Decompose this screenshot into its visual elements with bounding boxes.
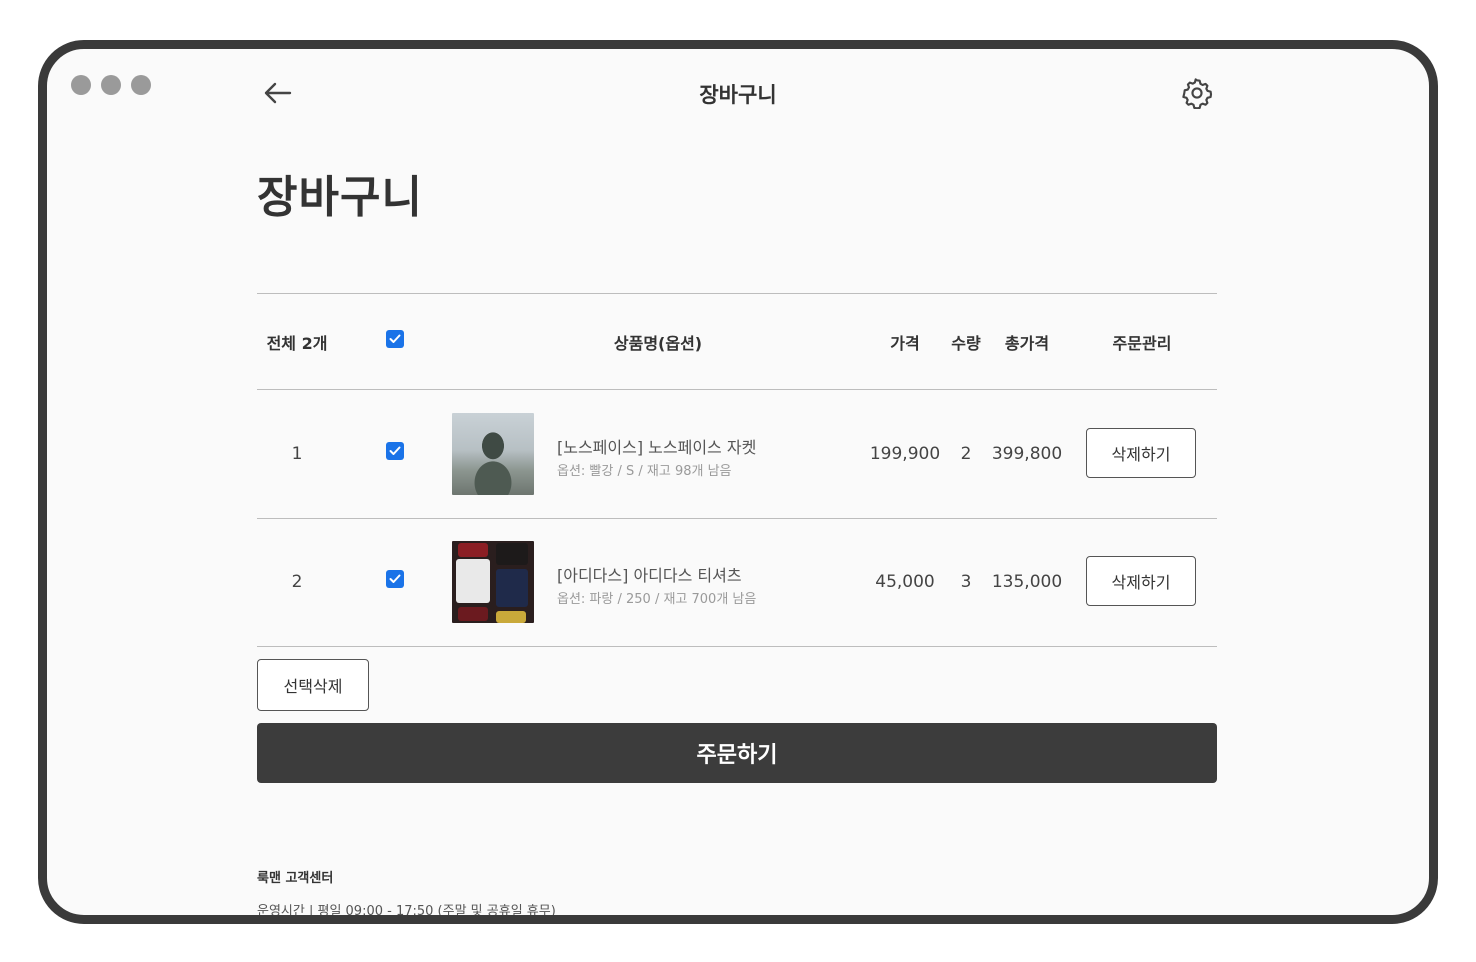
column-count: 전체 2개 (266, 334, 328, 353)
row-checkbox[interactable] (386, 442, 404, 460)
checkmark-icon (389, 446, 401, 455)
column-manage: 주문관리 (1112, 334, 1172, 353)
divider (257, 646, 1217, 647)
page-heading: 장바구니 (257, 172, 423, 223)
product-option: 옵션: 파랑 / 250 / 재고 700개 남음 (557, 592, 757, 607)
product-price: 45,000 (875, 572, 935, 592)
top-bar-title: 장바구니 (699, 83, 777, 107)
product-option: 옵션: 빨강 / S / 재고 98개 남음 (557, 464, 732, 479)
column-price: 가격 (890, 334, 920, 353)
column-product: 상품명(옵션) (613, 334, 703, 353)
product-qty: 2 (960, 444, 972, 464)
select-delete-button[interactable]: 선택삭제 (257, 659, 369, 711)
delete-button[interactable]: 삭제하기 (1086, 428, 1196, 478)
order-button[interactable]: 주문하기 (257, 723, 1217, 783)
product-price: 199,900 (869, 444, 941, 464)
product-name[interactable]: [노스페이스] 노스페이스 자켓 (557, 434, 756, 458)
device-frame: 장바구니 장바구니 전체 2개 상품명(옵션) 가격 수량 총가격 주문관리 1… (38, 40, 1438, 924)
checkmark-icon (389, 334, 401, 343)
divider (257, 293, 1217, 294)
delete-button[interactable]: 삭제하기 (1086, 556, 1196, 606)
divider (257, 518, 1217, 519)
product-name[interactable]: [아디다스] 아디다스 티셔츠 (557, 562, 742, 586)
product-total: 135,000 (991, 572, 1063, 592)
row-checkbox[interactable] (386, 570, 404, 588)
product-image[interactable] (452, 541, 534, 623)
gear-icon (1182, 78, 1213, 109)
column-total: 총가격 (1004, 334, 1050, 353)
product-qty: 3 (960, 572, 972, 592)
product-total: 399,800 (991, 444, 1063, 464)
checkmark-icon (389, 574, 401, 583)
divider (257, 389, 1217, 390)
settings-button[interactable] (1177, 73, 1217, 113)
column-qty: 수량 (951, 334, 981, 353)
footer-title: 룩맨 고객센터 (257, 871, 334, 886)
select-all-checkbox[interactable] (386, 330, 404, 348)
product-image[interactable] (452, 413, 534, 495)
row-index: 1 (291, 444, 303, 464)
row-index: 2 (291, 572, 303, 592)
footer-hours: 운영시간 | 평일 09:00 - 17:50 (주말 및 공휴일 휴무) (257, 904, 556, 919)
